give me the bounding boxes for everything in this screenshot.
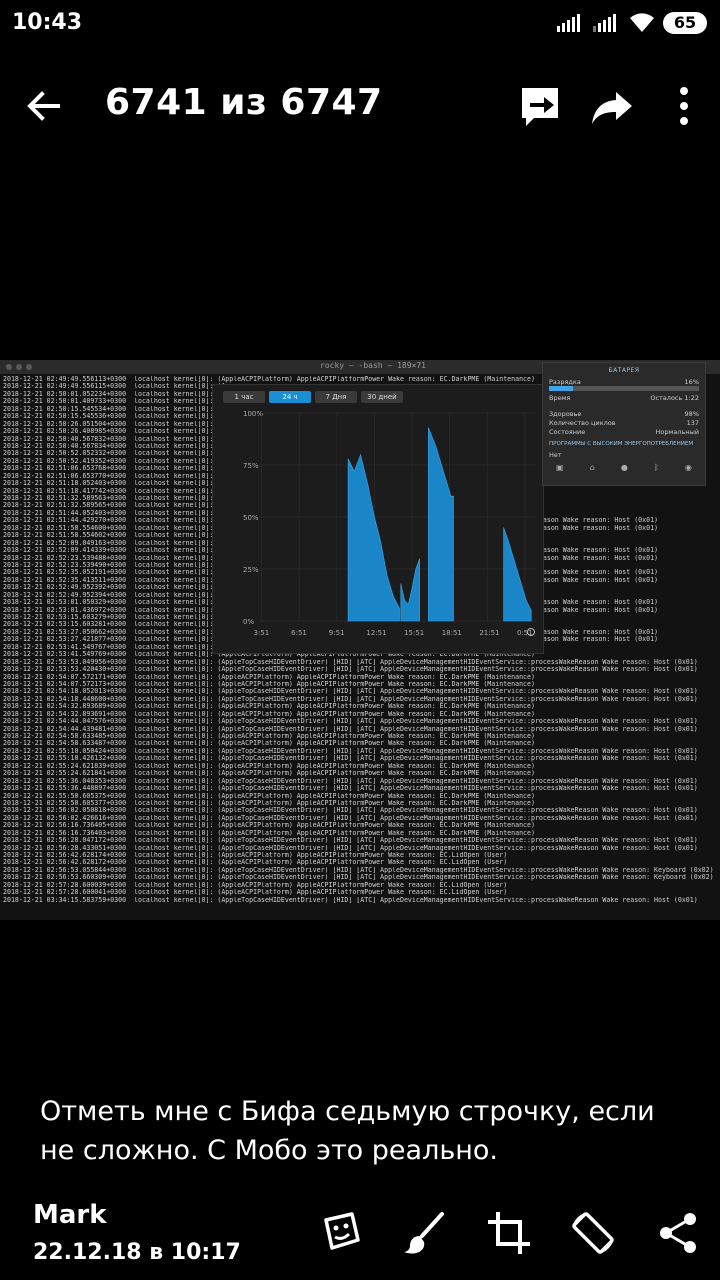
log-line: 2018-12-21 02:53:53.420430+0300 localhos… <box>3 666 698 674</box>
rotate-screen-icon[interactable] <box>570 1210 616 1256</box>
forward-icon[interactable] <box>588 82 636 130</box>
log-line: 2018-12-21 02:56:28.433051+0300 localhos… <box>3 844 698 852</box>
sticker-icon[interactable] <box>318 1210 364 1256</box>
cellular-signal-icon <box>557 14 580 32</box>
x-tick-label: 3:51 <box>254 629 270 637</box>
bluetooth-icon: ᛒ <box>654 463 659 472</box>
log-line: 2018-12-21 02:55:24.621839+0300 localhos… <box>3 762 535 770</box>
x-tick-label: 12:51 <box>366 629 386 637</box>
share-icon[interactable] <box>656 1210 702 1256</box>
attached-image[interactable]: rocky — -bash — 189×71 2018-12-21 02:49:… <box>0 360 720 920</box>
y-tick-label: 0% <box>243 618 254 626</box>
brush-icon[interactable] <box>402 1210 448 1256</box>
log-line: 2018-12-21 02:57:28.600039+0300 localhos… <box>3 881 508 889</box>
battery-panel-header: БАТАРЕЯ <box>608 367 640 374</box>
y-tick-label: 25% <box>243 566 259 574</box>
message-caption: Отметь мне с Бифа седьмую строчку, если … <box>40 1096 655 1166</box>
bulb-icon: ● <box>620 463 628 472</box>
battery-usage-chart: 100% 75% 50% 25% 0%3:51 6:51 9:51 12:51 15:51 18:… <box>243 410 535 637</box>
x-tick-label: 18:51 <box>442 629 462 637</box>
more-options-icon[interactable] <box>660 82 708 130</box>
battery-area-segment <box>400 558 420 622</box>
log-line: 2018-12-21 02:54:44.047576+0300 localhos… <box>3 718 698 726</box>
battery-area-segment <box>503 527 532 622</box>
y-tick-label: 100% <box>243 410 263 418</box>
log-line: 2018-12-21 02:55:50.605375+0300 localhos… <box>3 792 535 800</box>
wifi-icon <box>630 13 654 32</box>
log-line: 2018-12-21 02:54:07.572173+0300 localhos… <box>3 680 535 688</box>
battery-row-condition: Состояние Нормальный <box>549 428 699 436</box>
high-energy-apps-title: ПРОГРАММЫ С ВЫСОКИМ ЭНЕРГОПОТРЕБЛЕНИЕМ <box>549 441 694 447</box>
log-line: 2018-12-21 02:56:42.628172+0300 localhos… <box>3 859 508 867</box>
battery-area-segment <box>347 453 400 622</box>
x-tick-label: 21:51 <box>479 629 499 637</box>
battery-chart-popover: 1 час 24 ч7 Дня 30 дней 100% 75% 50% 25% 0% 3:5… <box>212 384 544 654</box>
battery-panel: БАТАРЕЯ Разрядка 16% Время Осталось 1:22 З… <box>542 362 706 486</box>
log-line: 2018-12-21 02:55:10.050424+0300 localhos… <box>3 747 698 755</box>
y-tick-label: 75% <box>243 462 259 470</box>
log-line: 2018-12-21 02:56:42.628174+0300 localhos… <box>3 852 508 859</box>
log-line: 2018-12-21 02:54:18.448600+0300 localhos… <box>3 695 698 703</box>
page-title: 6741 из 6747 <box>105 82 383 123</box>
high-energy-apps-value: Нет <box>549 451 562 459</box>
log-line: 2018-12-21 02:54:32.893689+0300 localhos… <box>3 703 535 711</box>
log-line: 2018-12-21 02:56:02.426616+0300 localhos… <box>3 814 698 822</box>
log-line: 2018-12-21 02:56:28.047172+0300 localhos… <box>3 837 698 845</box>
x-tick-label: 15:51 <box>404 629 424 637</box>
home-icon: ⌂ <box>589 463 595 472</box>
bottom-bar: Mark 22.12.18 в 10:17 <box>0 1190 720 1280</box>
log-line: 2018-12-21 02:56:53.660309+0300 localhos… <box>3 874 714 882</box>
log-line: 2018-12-21 02:54:58.633487+0300 localhos… <box>3 740 535 748</box>
log-line: 2018-12-21 02:54:18.052013+0300 localhos… <box>3 688 698 696</box>
log-line: 2018-12-21 03:34:15.583759+0300 localhos… <box>3 896 698 904</box>
cellular-signal-icon-2 <box>593 14 616 32</box>
log-line: 2018-12-21 02:55:36.048353+0300 localhos… <box>3 777 698 785</box>
log-line: 2018-12-21 02:56:16.736405+0300 localhos… <box>3 822 535 830</box>
log-line: 2018-12-21 02:56:16.736403+0300 localhos… <box>3 829 535 837</box>
log-line: 2018-12-21 02:56:02.050818+0300 localhos… <box>3 807 698 815</box>
app-bar: 6741 из 6747 <box>0 70 720 140</box>
log-line: 2018-12-21 02:57:28.600041+0300 localhos… <box>3 889 508 897</box>
battery-row-cycles: Количество циклов 137 <box>549 419 699 427</box>
battery-row-discharge: Разрядка 16% <box>549 378 699 386</box>
back-arrow-icon[interactable] <box>22 84 66 128</box>
log-line: 2018-12-21 02:53:53.049956+0300 localhos… <box>3 658 698 666</box>
battery-row-time: Время Осталось 1:22 <box>549 394 699 402</box>
log-line: 2018-12-21 02:54:32.893691+0300 localhos… <box>3 710 535 718</box>
message-date: 22.12.18 в 10:17 <box>33 1240 241 1265</box>
log-line: 2018-12-21 02:56:53.055844+0300 localhos… <box>3 866 714 874</box>
log-line: 2018-12-21 02:55:36.448897+0300 localhos… <box>3 785 698 793</box>
log-line: 2018-12-21 02:54:58.633485+0300 localhos… <box>3 733 535 740</box>
battery-level-bar <box>549 386 699 391</box>
crop-icon[interactable] <box>486 1210 532 1256</box>
reply-to-chat-icon[interactable] <box>516 82 564 130</box>
battery-panel-icons: ▣ ⌂ ● ᛒ ◉ <box>543 463 705 472</box>
x-tick-label: 9:51 <box>329 629 345 637</box>
app-icon: ◉ <box>684 463 692 472</box>
status-bar: 10:43 65 <box>0 0 720 50</box>
log-line: 2018-12-21 02:55:24.621841+0300 localhos… <box>3 770 535 778</box>
log-line: 2018-12-21 02:55:10.426132+0300 localhos… <box>3 755 698 763</box>
y-tick-label: 50% <box>243 514 259 522</box>
log-line: 2018-12-21 02:54:44.439481+0300 localhos… <box>3 725 698 733</box>
terminal-title: rocky — -bash — 189×71 <box>320 361 426 370</box>
log-line: 2018-12-21 02:54:07.572171+0300 localhos… <box>3 673 535 681</box>
battery-row-health: Здоровье 98% <box>549 410 699 418</box>
status-time: 10:43 <box>12 10 83 35</box>
monitor-icon: ▣ <box>556 463 564 472</box>
log-line: 2018-12-21 02:55:50.605377+0300 localhos… <box>3 799 535 807</box>
x-tick-label: 6:51 <box>291 629 307 637</box>
battery-indicator: 65 <box>663 12 707 34</box>
author-name: Mark <box>33 1200 107 1230</box>
